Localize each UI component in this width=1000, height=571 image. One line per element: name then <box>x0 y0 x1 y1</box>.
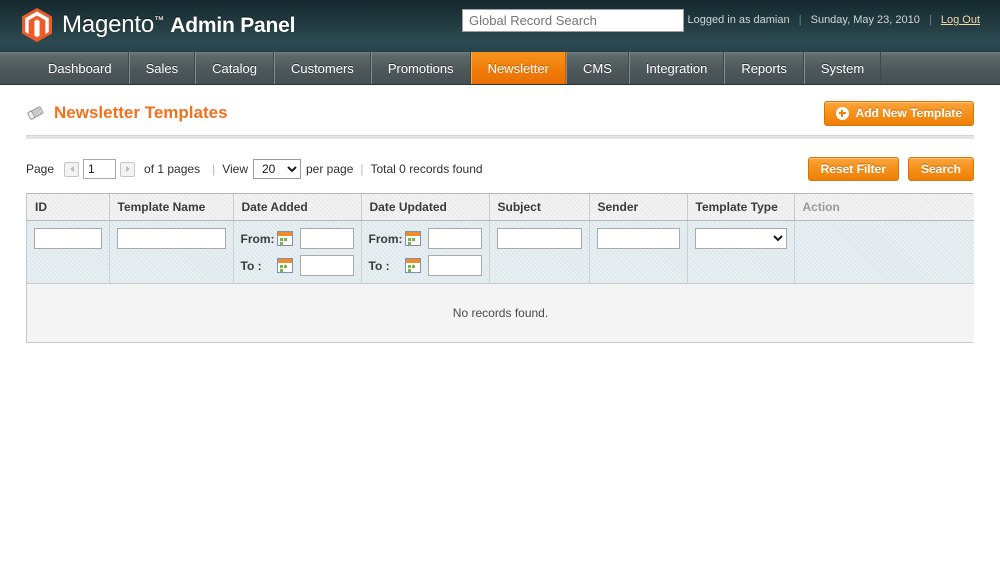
nav-item-cms[interactable]: CMS <box>565 52 629 84</box>
grid-actions: Reset Filter Search <box>807 157 974 181</box>
grid-empty-row: No records found. <box>27 283 974 342</box>
date-updated-to-label: To : <box>368 258 390 273</box>
filter-date-updated-to-input[interactable] <box>427 255 482 276</box>
filter-cell-date-updated: From: To : <box>361 220 490 284</box>
filter-cell-sender <box>589 220 688 284</box>
column-header-action: Action <box>794 194 974 221</box>
page-title: Newsletter Templates <box>26 103 228 123</box>
calendar-icon[interactable] <box>276 258 293 273</box>
grid-filter-row: From: To : From: To: <box>27 220 974 284</box>
column-header-date-added[interactable]: Date Added <box>233 194 362 221</box>
plus-circle-icon <box>835 106 849 120</box>
add-new-template-label: Add New Template <box>855 106 962 120</box>
chevron-left-icon[interactable] <box>64 161 80 177</box>
filter-cell-template-name <box>109 220 234 284</box>
nav-item-promotions[interactable]: Promotions <box>370 52 471 84</box>
column-header-date-updated[interactable]: Date Updated <box>361 194 490 221</box>
filter-cell-date-added: From: To : <box>233 220 362 284</box>
header-user-info: Logged in as damian | Sunday, May 23, 20… <box>687 14 980 26</box>
filter-cell-subject <box>489 220 590 284</box>
calendar-icon[interactable] <box>276 231 293 246</box>
filter-cell-action <box>794 220 974 284</box>
newsletter-templates-grid: ID Template Name Date Added Date Updated… <box>26 193 974 343</box>
date-updated-from-row: From: <box>369 228 482 249</box>
view-label: View <box>222 162 248 176</box>
filter-date-added-from-input[interactable] <box>299 228 354 249</box>
page-label: Page <box>26 162 55 176</box>
no-records-message: No records found. <box>27 283 974 342</box>
page-title-text: Newsletter Templates <box>54 103 228 122</box>
brand-subtitle: Admin Panel <box>170 14 296 37</box>
grid-toolbar: Page of 1 pages | View 20 per page | Tot… <box>26 155 974 183</box>
column-header-sender[interactable]: Sender <box>589 194 688 221</box>
title-divider <box>26 135 974 139</box>
reset-filter-button[interactable]: Reset Filter <box>807 157 899 181</box>
nav-item-dashboard[interactable]: Dashboard <box>32 52 129 84</box>
filter-sender-input[interactable] <box>596 228 680 249</box>
date-updated-from-label: From: <box>368 231 403 246</box>
filter-template-name-input[interactable] <box>116 228 226 249</box>
column-header-id[interactable]: ID <box>27 194 110 221</box>
content-area: Newsletter Templates Add New Template Pa… <box>0 91 1000 343</box>
logged-in-label: Logged in as damian <box>687 14 790 26</box>
search-button[interactable]: Search <box>907 157 974 181</box>
of-pages-label: of 1 pages <box>144 162 201 176</box>
filter-date-added-to-input[interactable] <box>299 255 354 276</box>
filter-id-input[interactable] <box>34 228 102 249</box>
toolbar-separator-2: | <box>360 162 364 176</box>
date-updated-to-row: To : <box>369 255 482 276</box>
nav-item-system[interactable]: System <box>803 52 882 84</box>
nav-item-sales[interactable]: Sales <box>128 52 196 84</box>
logout-link[interactable]: Log Out <box>941 14 980 26</box>
toolbar-separator-1: | <box>212 162 216 176</box>
per-page-label: per page <box>306 162 354 176</box>
filter-date-updated-from-input[interactable] <box>427 228 482 249</box>
brand-title: Magento™ Admin Panel <box>62 11 295 39</box>
nav-item-integration[interactable]: Integration <box>628 52 725 84</box>
filter-cell-template-type <box>687 220 795 284</box>
brand-logo[interactable]: Magento™ Admin Panel <box>22 8 295 42</box>
column-header-subject[interactable]: Subject <box>489 194 590 221</box>
nav-item-catalog[interactable]: Catalog <box>195 52 274 84</box>
date-added-to-row: To : <box>241 255 354 276</box>
total-records-label: Total 0 records found <box>370 162 483 176</box>
main-navigation: Dashboard Sales Catalog Customers Promot… <box>0 52 1000 85</box>
header-separator-1: | <box>798 14 802 26</box>
page-number-input[interactable] <box>83 159 117 179</box>
calendar-icon[interactable] <box>404 231 421 246</box>
filter-template-type-select[interactable] <box>694 228 787 249</box>
nav-item-reports[interactable]: Reports <box>724 52 804 84</box>
app-header: Magento™ Admin Panel Logged in as damian… <box>0 0 1000 52</box>
page-header: Newsletter Templates Add New Template <box>26 91 974 135</box>
date-added-from-label: From: <box>240 231 275 246</box>
chevron-right-icon[interactable] <box>120 161 136 177</box>
global-search-input[interactable] <box>462 9 684 32</box>
add-new-template-button[interactable]: Add New Template <box>823 100 974 126</box>
calendar-icon[interactable] <box>404 258 421 273</box>
filter-subject-input[interactable] <box>496 228 582 249</box>
magento-logo-icon <box>22 8 52 42</box>
date-added-to-label: To : <box>240 258 262 273</box>
brand-name: Magento <box>62 11 154 38</box>
nav-item-newsletter[interactable]: Newsletter <box>470 52 566 84</box>
per-page-select[interactable]: 20 <box>253 159 301 179</box>
newsletter-template-icon <box>26 104 46 122</box>
column-header-template-name[interactable]: Template Name <box>109 194 234 221</box>
nav-item-customers[interactable]: Customers <box>273 52 371 84</box>
grid-header-row: ID Template Name Date Added Date Updated… <box>27 194 974 221</box>
brand-tm: ™ <box>154 15 164 26</box>
header-separator-2: | <box>928 14 932 26</box>
date-added-from-row: From: <box>241 228 354 249</box>
column-header-template-type[interactable]: Template Type <box>687 194 795 221</box>
pagination-controls: Page of 1 pages | View 20 per page | Tot… <box>26 159 483 179</box>
filter-cell-id <box>27 220 110 284</box>
header-date: Sunday, May 23, 2010 <box>810 14 920 26</box>
